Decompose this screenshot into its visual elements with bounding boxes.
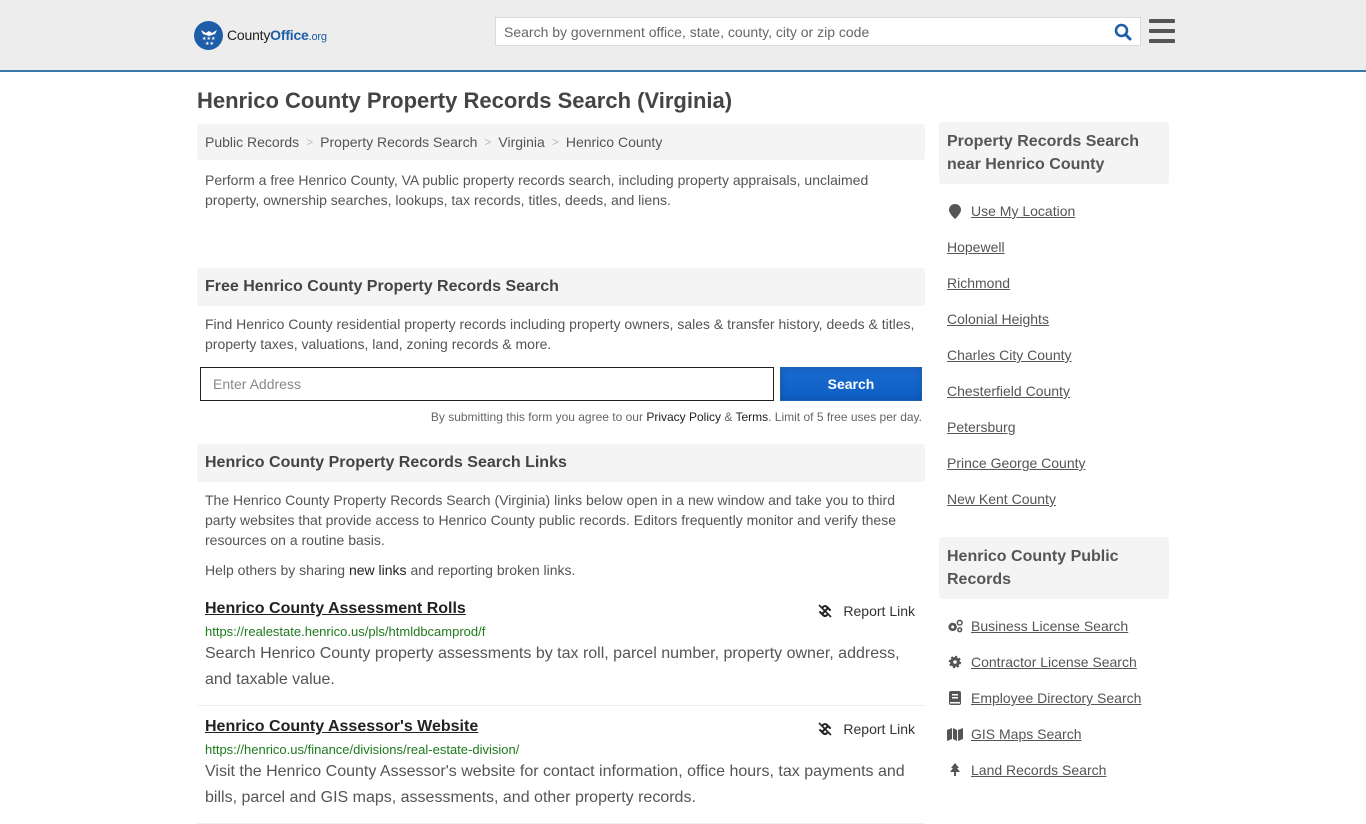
resource-description: Visit the Henrico County Assessor's webs… xyxy=(205,763,905,806)
nearby-item: Richmond xyxy=(947,265,1161,301)
public-record-item: Contractor License Search xyxy=(947,644,1161,680)
address-search-form: Search xyxy=(197,367,925,401)
nearby-item: Petersburg xyxy=(947,409,1161,445)
business-license-search-link[interactable]: Business License Search xyxy=(971,618,1128,634)
breadcrumb-property-records-search[interactable]: Property Records Search xyxy=(320,134,477,150)
site-header: ★★★ ★★ CountyOffice.org xyxy=(0,0,1366,72)
resource-link-title[interactable]: Henrico County Assessment Rolls xyxy=(205,600,466,617)
hamburger-menu-icon[interactable] xyxy=(1149,19,1175,43)
help-text: Help others by sharing new links and rep… xyxy=(205,562,576,578)
public-record-item: GIS Maps Search xyxy=(947,716,1161,752)
breadcrumb-separator: > xyxy=(484,135,492,149)
nearby-heading: Property Records Search near Henrico Cou… xyxy=(939,122,1169,184)
nearby-link-richmond[interactable]: Richmond xyxy=(947,275,1010,291)
terms-link[interactable]: Terms xyxy=(735,410,768,424)
map-marker-icon xyxy=(947,203,963,219)
breadcrumb-separator: > xyxy=(306,135,314,149)
public-records-list: Business License Search Contractor Licen… xyxy=(939,599,1169,788)
gis-maps-search-link[interactable]: GIS Maps Search xyxy=(971,726,1082,742)
privacy-policy-link[interactable]: Privacy Policy xyxy=(646,410,721,424)
use-my-location-item: Use My Location xyxy=(947,193,1161,229)
address-input[interactable] xyxy=(200,367,774,401)
nearby-link-hopewell[interactable]: Hopewell xyxy=(947,239,1005,255)
nearby-link-new-kent-county[interactable]: New Kent County xyxy=(947,491,1056,507)
report-link-button[interactable]: Report Link xyxy=(817,603,915,619)
nearby-link-colonial-heights[interactable]: Colonial Heights xyxy=(947,311,1049,327)
broken-link-icon xyxy=(818,604,832,618)
resource-url: https://henrico.us/finance/divisions/rea… xyxy=(205,742,520,757)
address-search-button[interactable]: Search xyxy=(780,367,922,401)
contractor-license-search-link[interactable]: Contractor License Search xyxy=(971,654,1137,670)
employee-directory-search-link[interactable]: Employee Directory Search xyxy=(971,690,1141,706)
links-description: The Henrico County Property Records Sear… xyxy=(205,492,896,548)
sidebar: Property Records Search near Henrico Cou… xyxy=(939,122,1169,788)
public-record-item: Land Records Search xyxy=(947,752,1161,788)
nearby-item: New Kent County xyxy=(947,481,1161,517)
nearby-link-chesterfield-county[interactable]: Chesterfield County xyxy=(947,383,1070,399)
broken-link-icon xyxy=(818,722,832,736)
list-item: Henrico County Assessor's Website Report… xyxy=(197,706,925,824)
nearby-item: Chesterfield County xyxy=(947,373,1161,409)
new-links-link[interactable]: new links xyxy=(349,562,407,578)
list-item: Henrico County Assessment Rolls Report L… xyxy=(197,588,925,706)
nearby-link-prince-george-county[interactable]: Prince George County xyxy=(947,455,1086,471)
breadcrumb-virginia[interactable]: Virginia xyxy=(498,134,544,150)
cogs-icon xyxy=(947,619,963,633)
public-record-item: Employee Directory Search xyxy=(947,680,1161,716)
breadcrumb-henrico-county[interactable]: Henrico County xyxy=(566,134,663,150)
tree-icon xyxy=(947,763,963,777)
search-icon[interactable] xyxy=(1106,18,1140,45)
free-search-description: Find Henrico County residential property… xyxy=(205,316,915,352)
breadcrumb-separator: > xyxy=(551,135,559,149)
links-heading: Henrico County Property Records Search L… xyxy=(197,444,925,482)
map-icon xyxy=(947,727,963,741)
nearby-list: Use My Location Hopewell Richmond Coloni… xyxy=(939,184,1169,517)
land-records-search-link[interactable]: Land Records Search xyxy=(971,762,1106,778)
site-search-input[interactable] xyxy=(496,18,1106,45)
report-link-button[interactable]: Report Link xyxy=(817,721,915,737)
site-search xyxy=(495,17,1141,46)
nearby-item: Charles City County xyxy=(947,337,1161,373)
breadcrumb-public-records[interactable]: Public Records xyxy=(205,134,299,150)
use-my-location-link[interactable]: Use My Location xyxy=(971,203,1075,219)
nearby-link-charles-city-county[interactable]: Charles City County xyxy=(947,347,1072,363)
eagle-stars-icon: ★★★ ★★ xyxy=(194,20,223,50)
site-logo[interactable]: ★★★ ★★ CountyOffice.org xyxy=(194,20,327,50)
public-record-item: Business License Search xyxy=(947,608,1161,644)
form-disclaimer: By submitting this form you agree to our… xyxy=(430,410,922,424)
nearby-link-petersburg[interactable]: Petersburg xyxy=(947,419,1015,435)
resource-url: https://realestate.henrico.us/pls/htmldb… xyxy=(205,624,486,639)
public-records-heading: Henrico County Public Records xyxy=(939,537,1169,599)
nearby-item: Hopewell xyxy=(947,229,1161,265)
resource-description: Search Henrico County property assessmen… xyxy=(205,645,900,688)
gear-icon xyxy=(947,655,963,669)
main-content: Public Records > Property Records Search… xyxy=(197,124,925,824)
book-icon xyxy=(947,691,963,705)
free-search-heading: Free Henrico County Property Records Sea… xyxy=(197,268,925,306)
nearby-item: Prince George County xyxy=(947,445,1161,481)
nearby-item: Colonial Heights xyxy=(947,301,1161,337)
page-title: Henrico County Property Records Search (… xyxy=(197,88,733,113)
breadcrumb: Public Records > Property Records Search… xyxy=(197,124,925,160)
resource-link-title[interactable]: Henrico County Assessor's Website xyxy=(205,718,478,735)
svg-text:★★: ★★ xyxy=(205,41,214,46)
logo-wordmark: CountyOffice.org xyxy=(227,27,327,43)
intro-text: Perform a free Henrico County, VA public… xyxy=(205,172,869,208)
